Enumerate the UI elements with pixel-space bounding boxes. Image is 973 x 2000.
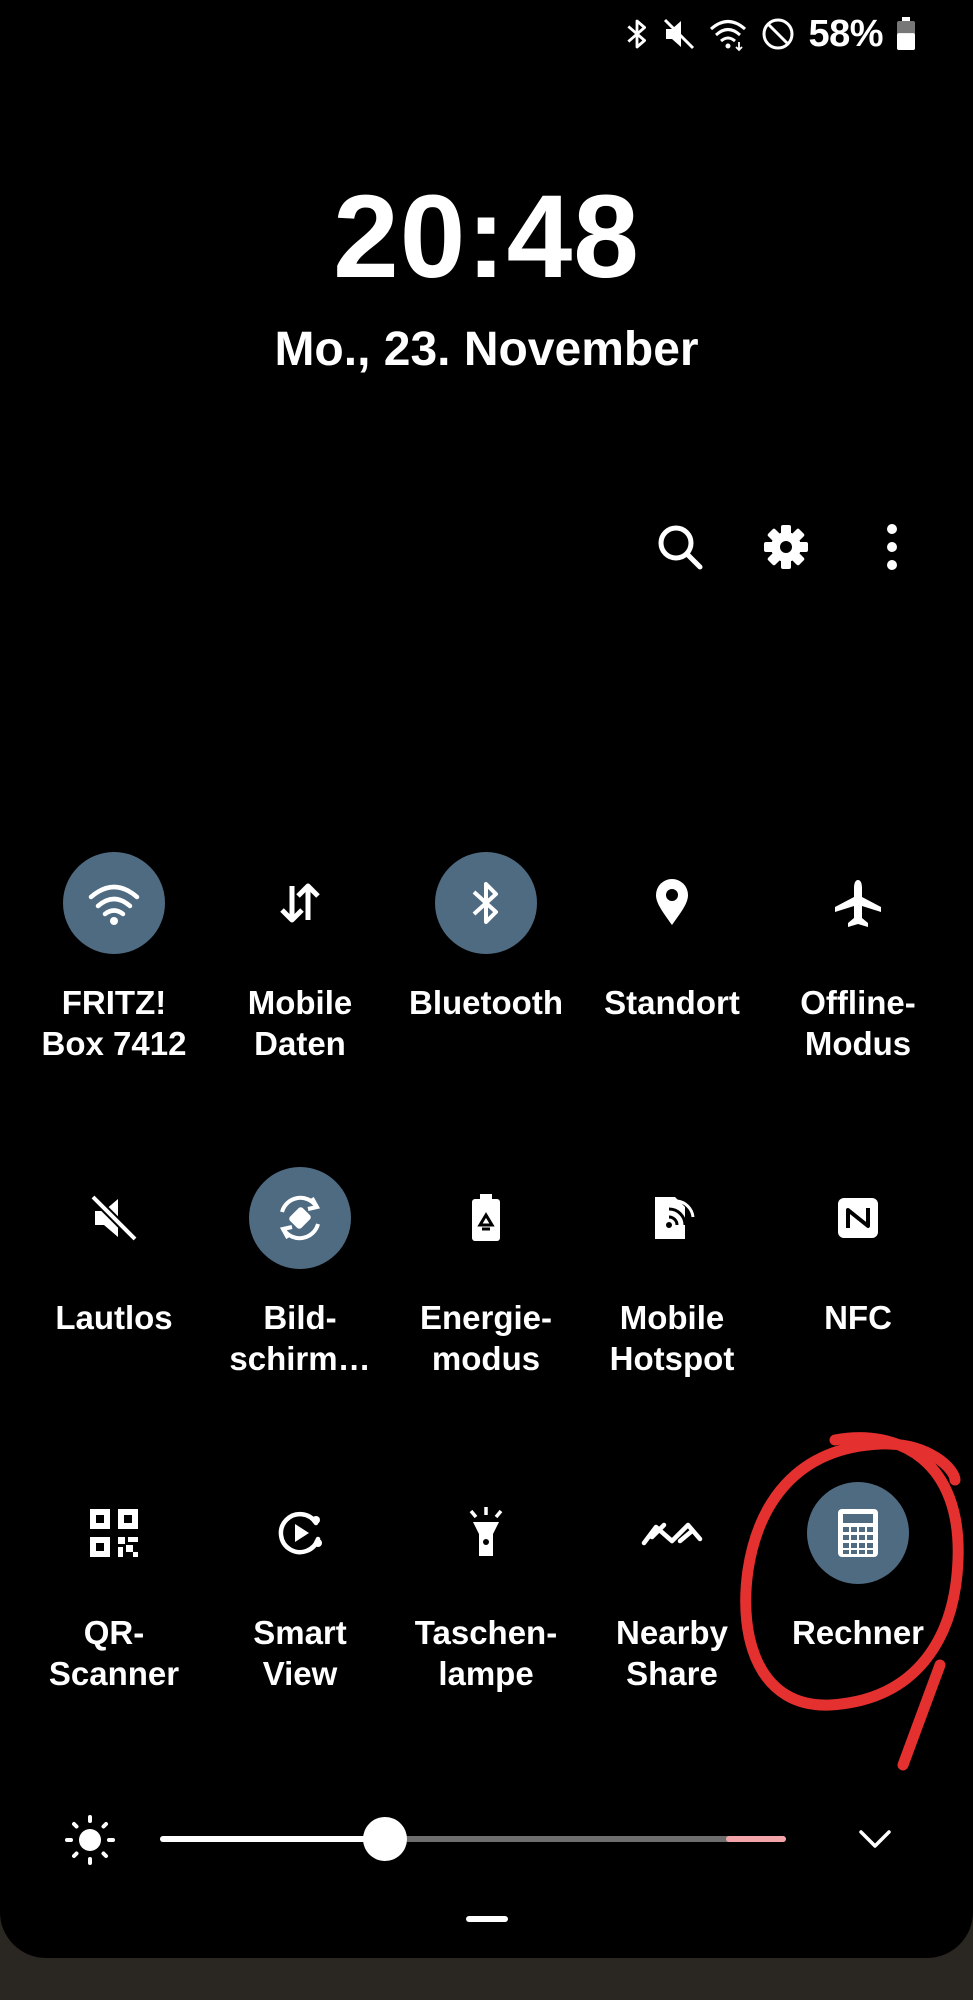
settings-button[interactable] <box>759 522 813 576</box>
expand-panel-button[interactable] <box>856 1820 894 1863</box>
tile-hotspot[interactable]: Mobile Hotspot <box>579 1167 765 1379</box>
tile-mobile-data[interactable]: Mobile Daten <box>207 852 393 1064</box>
do-not-disturb-icon <box>760 16 796 52</box>
tile-label: Lautlos <box>55 1299 173 1336</box>
tile-label: Rechner <box>791 1614 925 1651</box>
tile-location[interactable]: Standort <box>579 852 765 1023</box>
wifi-icon <box>63 852 165 954</box>
tile-wifi[interactable]: FRITZ! Box 7412 <box>21 852 207 1064</box>
brightness-control <box>0 1808 973 1868</box>
clock-time: 20:48 <box>333 171 640 303</box>
more-options-button[interactable] <box>865 522 919 576</box>
wifi-data-icon <box>708 16 748 52</box>
tile-label: QR- Scanner <box>48 1614 180 1692</box>
bluetooth-icon <box>435 852 537 954</box>
tile-label: Taschen- lampe <box>414 1614 558 1692</box>
tile-auto-rotate[interactable]: Bild- schirm… <box>207 1167 393 1379</box>
tile-flashlight[interactable]: Taschen- lampe <box>393 1482 579 1694</box>
mute-icon <box>662 16 696 52</box>
battery-saver-icon <box>435 1167 537 1269</box>
mobile-data-icon <box>249 852 351 954</box>
smart-view-icon <box>249 1482 351 1584</box>
search-icon <box>655 522 705 577</box>
tile-label: Mobile Daten <box>247 984 353 1062</box>
nfc-icon <box>807 1167 909 1269</box>
airplane-icon <box>807 852 909 954</box>
auto-rotate-icon <box>249 1167 351 1269</box>
clock-date: Mo., 23. November <box>274 323 699 376</box>
mute-icon <box>63 1167 165 1269</box>
battery-icon <box>895 16 917 52</box>
tile-label: FRITZ! Box 7412 <box>41 984 187 1062</box>
panel-toolbar <box>653 522 919 576</box>
tile-qr-scanner[interactable]: QR- Scanner <box>21 1482 207 1694</box>
tile-calculator[interactable]: Rechner <box>765 1482 951 1653</box>
status-bar: 58% <box>624 12 917 56</box>
chevron-down-icon <box>856 1830 894 1862</box>
tile-label: Bild- schirm… <box>229 1299 371 1377</box>
qr-code-icon <box>63 1482 165 1584</box>
tile-label: Offline- Modus <box>800 984 916 1062</box>
brightness-slider[interactable] <box>160 1817 786 1861</box>
tile-label: Bluetooth <box>409 984 563 1021</box>
calculator-icon <box>807 1482 909 1584</box>
nearby-share-icon <box>621 1482 723 1584</box>
brightness-fill <box>160 1836 386 1842</box>
brightness-high-range <box>726 1836 786 1842</box>
tile-label: Energie- modus <box>419 1299 553 1377</box>
tile-mute[interactable]: Lautlos <box>21 1167 207 1338</box>
brightness-sun-icon <box>64 1814 116 1871</box>
tile-airplane[interactable]: Offline- Modus <box>765 852 951 1064</box>
tile-bluetooth[interactable]: Bluetooth <box>393 852 579 1023</box>
tile-label: NFC <box>824 1299 892 1336</box>
tile-nearby-share[interactable]: Nearby Share <box>579 1482 765 1694</box>
brightness-slider-thumb[interactable] <box>363 1817 408 1861</box>
tile-label: Mobile Hotspot <box>609 1299 735 1377</box>
tile-label: Nearby Share <box>616 1614 728 1692</box>
flashlight-icon <box>435 1482 537 1584</box>
tile-nfc[interactable]: NFC <box>765 1167 951 1338</box>
tile-power-mode[interactable]: Energie- modus <box>393 1167 579 1379</box>
tile-label: Standort <box>604 984 740 1021</box>
hotspot-icon <box>621 1167 723 1269</box>
tile-smart-view[interactable]: Smart View <box>207 1482 393 1694</box>
panel-drag-handle[interactable] <box>466 1916 508 1922</box>
search-button[interactable] <box>653 522 707 576</box>
battery-percent: 58% <box>808 12 883 55</box>
bluetooth-icon <box>624 16 650 52</box>
tile-label: Smart View <box>253 1614 347 1692</box>
location-pin-icon <box>621 852 723 954</box>
quick-settings-panel: 58% 20:48 Mo., 23. November FRITZ! Box 7… <box>0 0 973 1958</box>
more-vertical-icon <box>882 522 902 577</box>
gear-icon <box>761 522 811 577</box>
